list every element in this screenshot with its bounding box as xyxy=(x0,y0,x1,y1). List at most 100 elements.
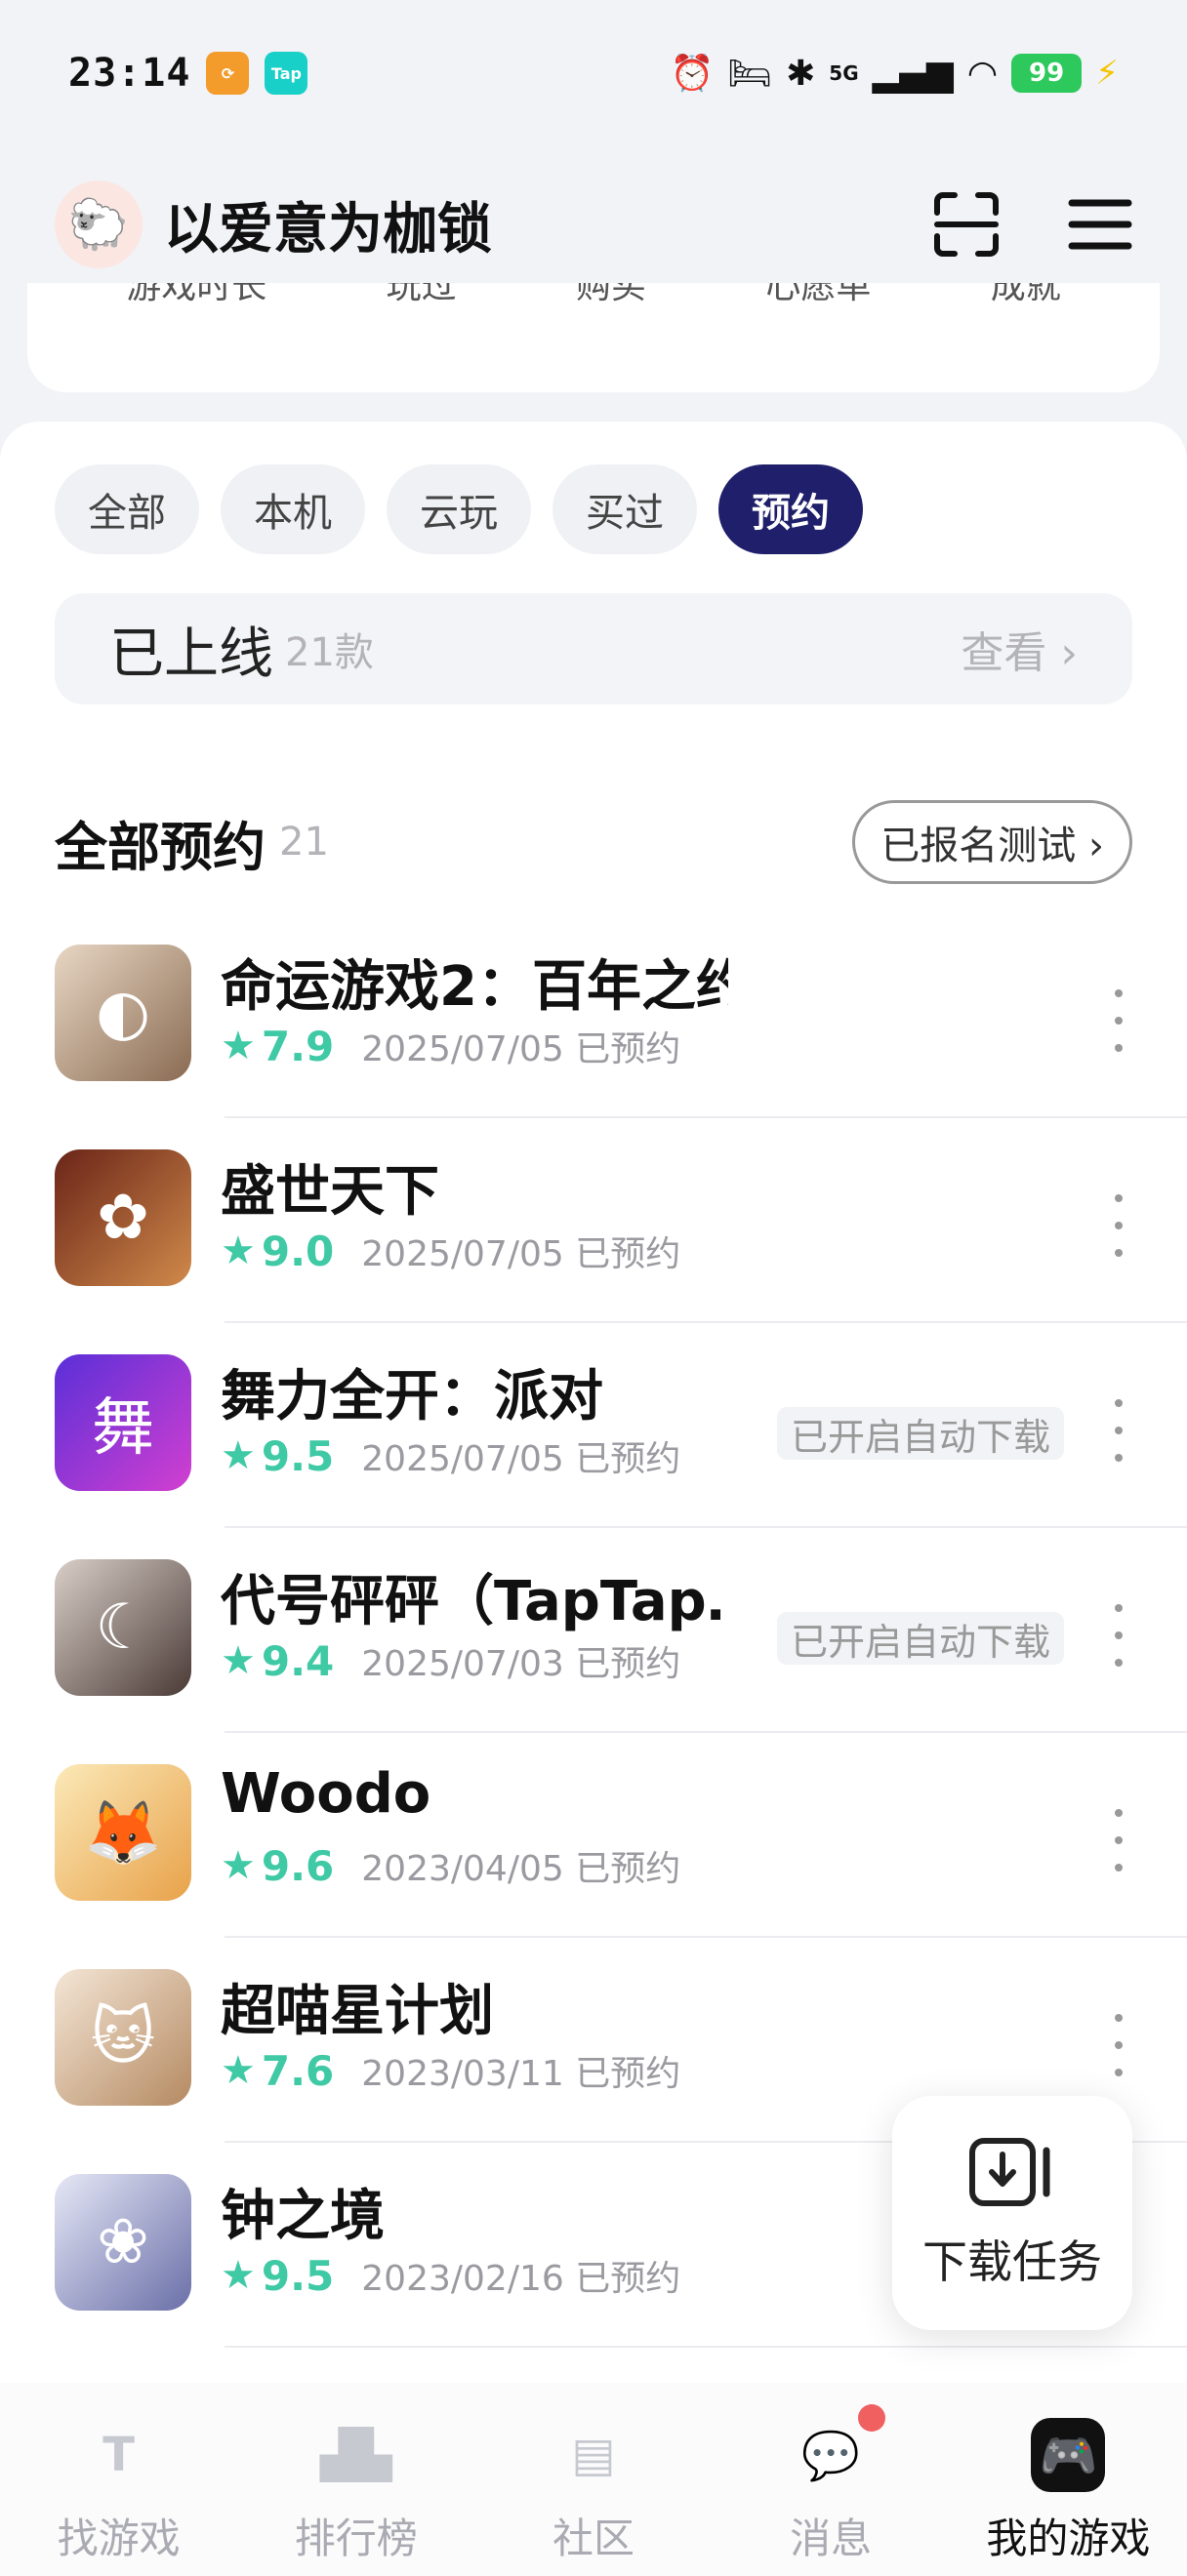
battery-indicator: 99 xyxy=(1011,54,1083,93)
section-title: 全部预约 xyxy=(55,816,266,878)
more-options-icon[interactable] xyxy=(1107,1604,1130,1667)
game-rating: 9.0 xyxy=(261,1227,335,1275)
nav-label: 消息 xyxy=(790,2515,873,2562)
app-notification-icon: ⟳ xyxy=(206,52,250,95)
filter-all[interactable]: 全部 xyxy=(55,464,199,554)
list-item[interactable]: ☾ 代号砰砰（TapTap… ★ 9.4 2025/07/03 已预约 已开启自动下… xyxy=(0,1528,1187,1733)
game-rating: 9.5 xyxy=(261,1431,335,1480)
download-task-button[interactable]: 下载任务 xyxy=(892,2096,1132,2330)
avatar[interactable]: 🐑 xyxy=(55,181,143,268)
more-options-icon[interactable] xyxy=(1107,1194,1130,1257)
star-icon: ★ xyxy=(221,1228,256,1273)
game-name: 命运游戏2：百年之约 xyxy=(221,955,728,1019)
nav-label: 社区 xyxy=(552,2515,634,2562)
nav-community[interactable]: ▤ 社区 xyxy=(496,2418,691,2565)
star-icon: ★ xyxy=(221,1024,256,1068)
gamepad-icon: 🎮 xyxy=(1031,2418,1106,2492)
reserve-date: 2025/07/03 已预约 xyxy=(361,1644,681,1684)
star-icon: ★ xyxy=(221,2048,256,2093)
wifi-icon: ◠ xyxy=(966,53,999,94)
filter-reserved[interactable]: 预约 xyxy=(718,464,863,554)
reserve-date: 2025/07/05 已预约 xyxy=(361,1029,681,1069)
stats-card: 游戏时长 玩过 购买 心愿单 成就 xyxy=(27,283,1160,392)
registered-test-button[interactable]: 已报名测试 › xyxy=(852,800,1132,884)
menu-icon[interactable] xyxy=(1068,195,1132,254)
status-time: 23:14 xyxy=(68,51,191,96)
ranking-icon: ▟▙ xyxy=(319,2428,392,2482)
network-label: 5G xyxy=(829,61,859,85)
section-count: 21 xyxy=(279,820,329,865)
more-options-icon[interactable] xyxy=(1107,2014,1130,2076)
game-icon: ◐ xyxy=(55,945,191,1081)
online-games-bar[interactable]: 已上线 21款 查看 › xyxy=(55,593,1132,704)
game-rating: 7.6 xyxy=(261,2046,335,2095)
reserve-date: 2025/07/05 已预约 xyxy=(361,1439,681,1479)
stat-wishlist[interactable]: 心愿单 xyxy=(765,283,871,308)
game-icon: ❀ xyxy=(55,2174,191,2311)
list-item[interactable]: 🦊 Woodo ★ 9.6 2023/04/05 已预约 xyxy=(0,1733,1187,1938)
reserve-date: 2023/02/16 已预约 xyxy=(361,2259,681,2299)
filter-purchased[interactable]: 买过 xyxy=(553,464,697,554)
reserve-date: 2023/04/05 已预约 xyxy=(361,1849,681,1889)
nav-my-games[interactable]: 🎮 我的游戏 xyxy=(970,2418,1166,2565)
game-name: 超喵星计划 xyxy=(221,1980,494,2043)
charging-icon: ⚡ xyxy=(1095,54,1119,93)
status-indicators: ⏰ 🛏 ✱ 5G ▂▄▆ ◠ 99 ⚡ xyxy=(670,53,1119,95)
divider xyxy=(225,2346,1187,2348)
stat-played[interactable]: 玩过 xyxy=(387,283,457,308)
nav-label: 找游戏 xyxy=(57,2515,181,2562)
auto-download-badge: 已开启自动下载 xyxy=(776,1407,1064,1460)
online-title: 已上线 xyxy=(109,622,273,686)
list-item[interactable]: ◐ 命运游戏2：百年之约 ★ 7.9 2025/07/05 已预约 xyxy=(0,913,1187,1118)
game-rating: 9.6 xyxy=(261,1841,335,1890)
nav-label: 我的游戏 xyxy=(986,2515,1151,2562)
community-icon: ▤ xyxy=(571,2428,616,2482)
game-rating: 9.5 xyxy=(261,2251,335,2300)
filter-tabs: 全部 本机 云玩 买过 预约 xyxy=(55,464,863,554)
list-item[interactable]: 舞 舞力全开：派对 ★ 9.5 2025/07/05 已预约 已开启自动下载 xyxy=(0,1323,1187,1528)
stat-achievements[interactable]: 成就 xyxy=(991,283,1061,308)
nav-messages[interactable]: 💬 消息 xyxy=(733,2404,928,2565)
game-icon: ☾ xyxy=(55,1559,191,1696)
game-name: 钟之境 xyxy=(221,2185,385,2248)
game-rating: 7.9 xyxy=(261,1022,335,1070)
taptap-notification-icon: Tap xyxy=(265,52,308,95)
star-icon: ★ xyxy=(221,1638,256,1683)
stat-purchased[interactable]: 购买 xyxy=(576,283,646,308)
more-options-icon[interactable] xyxy=(1107,1809,1130,1872)
game-icon: 🐱 xyxy=(55,1969,191,2106)
status-bar: 23:14 ⟳ Tap ⏰ 🛏 ✱ 5G ▂▄▆ ◠ 99 ⚡ xyxy=(0,0,1187,146)
download-icon xyxy=(968,2135,1056,2209)
nav-find-games[interactable]: T 找游戏 xyxy=(21,2418,217,2565)
star-icon: ★ xyxy=(221,1433,256,1478)
scan-icon[interactable] xyxy=(933,191,1000,258)
t-logo-icon: T xyxy=(102,2428,135,2482)
nav-rankings[interactable]: ▟▙ 排行榜 xyxy=(259,2418,454,2565)
download-task-label: 下载任务 xyxy=(922,2235,1102,2288)
game-icon: ✿ xyxy=(55,1149,191,1286)
game-icon: 舞 xyxy=(55,1354,191,1491)
bed-icon: 🛏 xyxy=(727,54,773,94)
game-name: Woodo xyxy=(221,1762,431,1826)
auto-download-badge: 已开启自动下载 xyxy=(776,1612,1064,1665)
view-link[interactable]: 查看 › xyxy=(961,618,1078,680)
stat-playtime[interactable]: 游戏时长 xyxy=(126,283,266,308)
star-icon: ★ xyxy=(221,2253,256,2298)
reserve-date: 2023/03/11 已预约 xyxy=(361,2054,681,2094)
alarm-icon: ⏰ xyxy=(670,54,715,94)
filter-cloud[interactable]: 云玩 xyxy=(387,464,531,554)
game-rating: 9.4 xyxy=(261,1636,335,1685)
online-count: 21款 xyxy=(285,630,374,675)
game-name: 舞力全开：派对 xyxy=(221,1365,603,1429)
more-options-icon[interactable] xyxy=(1107,1399,1130,1462)
game-name: 代号砰砰（TapTap… xyxy=(221,1570,728,1633)
signal-icon: ▂▄▆ xyxy=(872,53,954,94)
list-item[interactable]: ✿ 盛世天下 ★ 9.0 2025/07/05 已预约 xyxy=(0,1118,1187,1323)
reserve-date: 2025/07/05 已预约 xyxy=(361,1234,681,1274)
game-name: 盛世天下 xyxy=(221,1160,439,1224)
more-options-icon[interactable] xyxy=(1107,989,1130,1052)
star-icon: ★ xyxy=(221,1843,256,1888)
filter-local[interactable]: 本机 xyxy=(221,464,365,554)
message-icon: 💬 xyxy=(801,2428,861,2483)
section-header: 全部预约 21 已报名测试 › xyxy=(55,800,1132,884)
